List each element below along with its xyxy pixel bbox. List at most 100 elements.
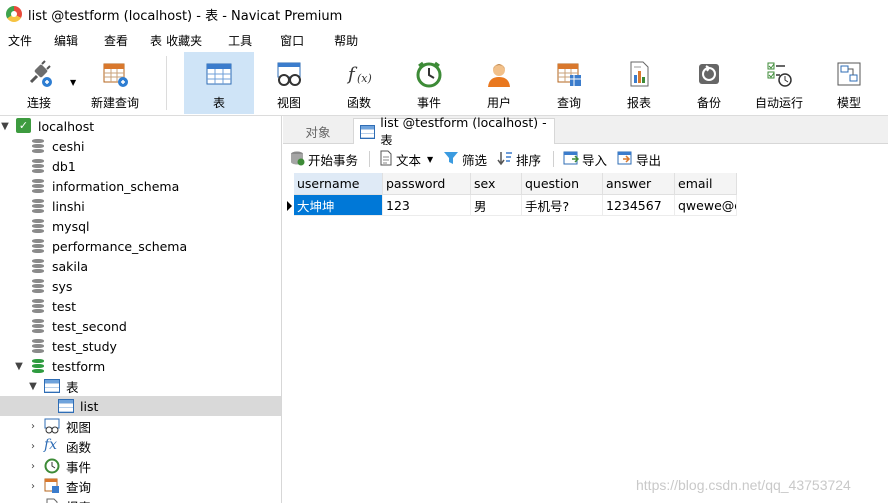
database-icon	[32, 259, 44, 274]
tree-group-label: 表	[66, 379, 79, 395]
tree-db-label: test_second	[52, 318, 127, 334]
tree-db-sys[interactable]: sys	[0, 276, 281, 296]
tree-db-db1[interactable]: db1	[0, 156, 281, 176]
tree-db-linshi[interactable]: linshi	[0, 196, 281, 216]
tab-bar: 对象 list @testform (localhost) - 表	[283, 115, 888, 148]
connect-dropdown-icon[interactable]: ▼	[70, 78, 76, 87]
tree-group-events[interactable]: › 事件	[0, 456, 281, 476]
event-clock-icon	[44, 458, 60, 477]
chevron-down-icon: ▼	[427, 154, 434, 164]
import-label: 导入	[582, 152, 608, 168]
auto-run-button[interactable]: 自动运行	[744, 52, 814, 114]
collapse-arrow-icon[interactable]: ▼	[14, 361, 24, 372]
tree-db-testform[interactable]: ▼ testform	[0, 356, 281, 376]
tree-table-list[interactable]: list	[0, 396, 281, 416]
event-clock-icon	[415, 60, 443, 88]
tree-db-test-second[interactable]: test_second	[0, 316, 281, 336]
user-button[interactable]: 用户	[464, 52, 534, 114]
menu-tools[interactable]: 工具	[220, 32, 260, 49]
import-button[interactable]: 导入	[563, 145, 607, 173]
column-header-answer[interactable]: answer	[603, 173, 675, 195]
column-header-sex[interactable]: sex	[471, 173, 522, 195]
tab-objects[interactable]: 对象	[283, 118, 353, 144]
table-cell-question[interactable]: 手机号?	[522, 195, 603, 216]
database-icon	[32, 279, 44, 294]
menu-edit[interactable]: 编辑	[46, 32, 86, 49]
text-button[interactable]: 文本 ▼	[379, 145, 433, 173]
tree-group-reports[interactable]: › 报表	[0, 496, 281, 503]
menu-view[interactable]: 查看	[96, 32, 136, 49]
view-button[interactable]: 视图	[254, 52, 324, 114]
database-icon	[32, 339, 44, 354]
table-icon	[44, 379, 60, 393]
tree-db-ceshi[interactable]: ceshi	[0, 136, 281, 156]
tree-connection-localhost[interactable]: ▼ ✓ localhost	[0, 116, 281, 136]
column-header-question[interactable]: question	[522, 173, 603, 195]
tree-db-information-schema[interactable]: information_schema	[0, 176, 281, 196]
report-button[interactable]: 报表	[604, 52, 674, 114]
menu-favorites[interactable]: 收藏夹	[164, 32, 210, 49]
menu-file[interactable]: 文件	[0, 32, 40, 49]
new-query-icon	[101, 60, 129, 88]
table-cell-answer[interactable]: 1234567	[603, 195, 675, 216]
tree-group-queries[interactable]: › 查询	[0, 476, 281, 496]
expand-arrow-icon[interactable]: ›	[28, 421, 38, 432]
connect-button[interactable]: 连接	[4, 52, 74, 114]
tab-list-table[interactable]: list @testform (localhost) - 表	[353, 115, 555, 148]
expand-arrow-icon[interactable]: ›	[28, 481, 38, 492]
csdn-watermark: https://blog.csdn.net/qq_43753724	[636, 477, 851, 493]
user-icon	[485, 60, 513, 88]
expand-arrow-icon[interactable]: ›	[28, 461, 38, 472]
table-cell-username[interactable]: 大坤坤	[294, 195, 383, 216]
tree-db-test-study[interactable]: test_study	[0, 336, 281, 356]
sort-label: 排序	[516, 152, 542, 168]
collapse-arrow-icon[interactable]: ▼	[28, 381, 38, 392]
table-cell-sex[interactable]: 男	[471, 195, 522, 216]
database-icon	[32, 139, 44, 154]
model-button[interactable]: 模型	[814, 52, 884, 114]
menu-window[interactable]: 窗口	[272, 32, 312, 49]
auto-run-label: 自动运行	[754, 96, 803, 110]
sort-icon	[497, 150, 513, 169]
export-label: 导出	[636, 152, 662, 168]
tree-group-tables[interactable]: ▼ 表	[0, 376, 281, 396]
begin-transaction-button[interactable]: 开始事务	[289, 145, 358, 173]
toolbar-separator	[553, 151, 554, 167]
column-header-password[interactable]: password	[383, 173, 471, 195]
view-icon	[44, 418, 60, 437]
tree-db-label: linshi	[52, 198, 85, 214]
filter-label: 筛选	[462, 152, 488, 168]
database-icon	[32, 179, 44, 194]
query-button[interactable]: 查询	[534, 52, 604, 114]
text-doc-icon	[379, 150, 393, 169]
tree-db-mysql[interactable]: mysql	[0, 216, 281, 236]
tree-db-label: db1	[52, 158, 76, 174]
tree-connection-label: localhost	[38, 118, 95, 134]
tree-db-sakila[interactable]: sakila	[0, 256, 281, 276]
tree-group-functions[interactable]: › fx 函数	[0, 436, 281, 456]
tree-group-label: 报表	[66, 497, 91, 503]
table-cell-password[interactable]: 123	[383, 195, 471, 216]
tree-db-test[interactable]: test	[0, 296, 281, 316]
new-query-button[interactable]: 新建查询	[80, 52, 150, 114]
tree-group-label: 函数	[66, 439, 92, 455]
table-cell-email[interactable]: qwewe@q	[675, 195, 737, 216]
function-button[interactable]: f (x) 函数	[324, 52, 394, 114]
export-button[interactable]: 导出	[617, 145, 661, 173]
collapse-arrow-icon[interactable]: ▼	[0, 121, 10, 132]
column-header-username[interactable]: username	[294, 173, 383, 195]
tree-group-views[interactable]: › 视图	[0, 416, 281, 436]
sort-button[interactable]: 排序	[497, 145, 541, 173]
function-fx-icon: f (x)	[345, 60, 373, 88]
event-button[interactable]: 事件	[394, 52, 464, 114]
backup-button[interactable]: 备份	[674, 52, 744, 114]
column-header-email[interactable]: email	[675, 173, 737, 195]
expand-arrow-icon[interactable]: ›	[28, 441, 38, 452]
filter-button[interactable]: 筛选	[443, 145, 487, 173]
table-button[interactable]: 表	[184, 52, 254, 114]
database-icon	[32, 299, 44, 314]
menu-table[interactable]: 表	[142, 32, 164, 49]
query-icon	[555, 60, 583, 88]
menu-help[interactable]: 帮助	[326, 32, 366, 49]
tree-db-performance-schema[interactable]: performance_schema	[0, 236, 281, 256]
